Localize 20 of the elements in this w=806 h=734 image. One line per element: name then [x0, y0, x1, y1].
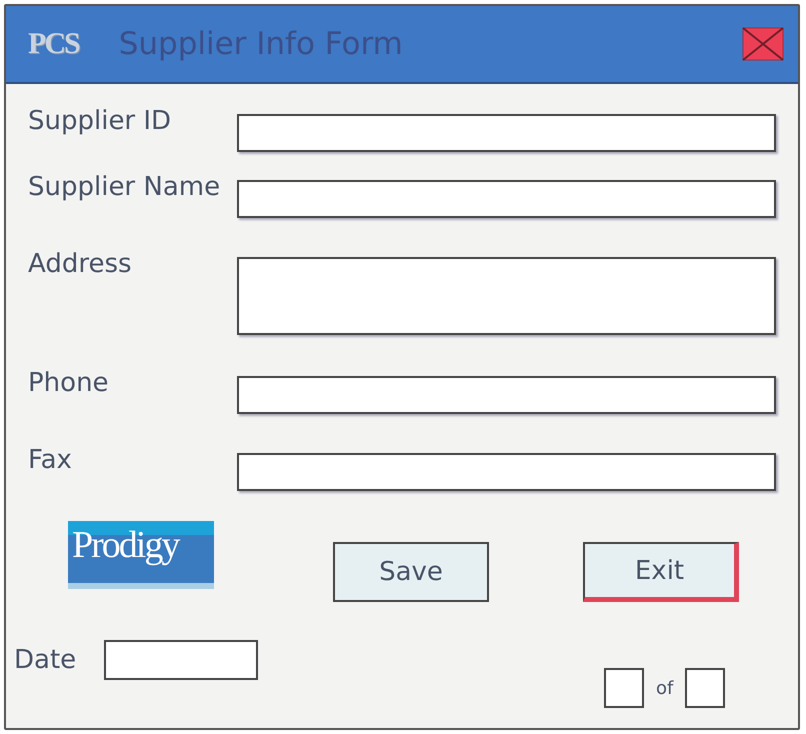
field-label: Phone: [28, 368, 109, 398]
date-field[interactable]: [104, 640, 258, 680]
input-field[interactable]: [237, 376, 776, 414]
form-button[interactable]: Exit: [583, 542, 739, 602]
app-logo: PCS: [28, 27, 79, 61]
form-button[interactable]: Save: [333, 542, 489, 602]
field-label: Supplier ID: [28, 106, 172, 136]
text-area[interactable]: [237, 257, 776, 335]
page-separator: of: [656, 678, 674, 698]
page-field[interactable]: [685, 668, 726, 708]
page-field[interactable]: [604, 668, 644, 708]
input-field[interactable]: [237, 180, 776, 218]
window-title: Supplier Info Form: [118, 26, 404, 62]
close-icon[interactable]: [742, 27, 784, 61]
field-label: Fax: [28, 445, 72, 475]
field-label: Date: [14, 645, 76, 675]
input-field[interactable]: [237, 114, 776, 152]
field-label: Supplier Name: [28, 172, 220, 202]
input-field[interactable]: [237, 453, 776, 491]
field-label: Address: [28, 249, 132, 279]
